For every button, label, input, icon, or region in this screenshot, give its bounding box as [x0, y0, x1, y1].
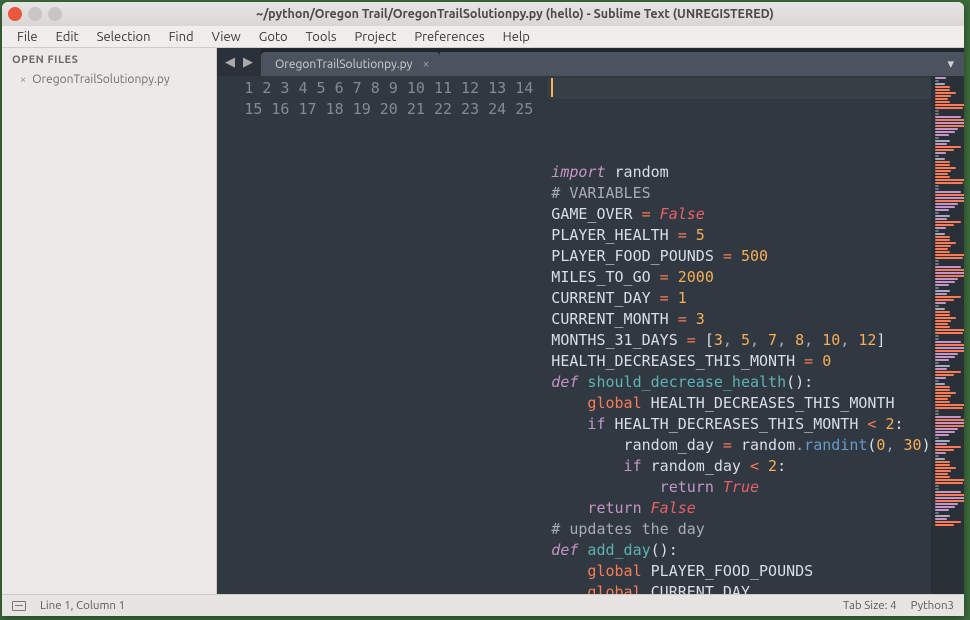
- status-panel-icon[interactable]: [12, 601, 26, 611]
- minimap[interactable]: [931, 76, 964, 594]
- tab-label: OregonTrailSolutionpy.py: [275, 58, 412, 71]
- sidebar-header: OPEN FILES: [2, 48, 216, 70]
- code-line[interactable]: global CURRENT_DAY: [551, 582, 930, 594]
- tab-history-back-icon[interactable]: ◀: [225, 55, 235, 70]
- code-line[interactable]: CURRENT_MONTH = 3: [551, 309, 930, 330]
- menu-edit[interactable]: Edit: [47, 28, 88, 46]
- code-area[interactable]: import random# VARIABLESGAME_OVER = Fals…: [547, 76, 930, 594]
- status-position[interactable]: Line 1, Column 1: [40, 599, 125, 612]
- text-cursor: [551, 78, 553, 97]
- editor-panel: ◀ ▶ OregonTrailSolutionpy.py × ▾ 1 2 3 4…: [217, 48, 964, 594]
- tab-history-arrows: ◀ ▶: [217, 48, 261, 76]
- gutter[interactable]: 1 2 3 4 5 6 7 8 9 10 11 12 13 14 15 16 1…: [217, 76, 547, 594]
- code-line[interactable]: random_day = random.randint(0, 30): [551, 435, 930, 456]
- close-icon[interactable]: [8, 7, 22, 21]
- menubar: File Edit Selection Find View Goto Tools…: [2, 26, 964, 48]
- status-syntax[interactable]: Python3: [911, 599, 954, 612]
- code-line[interactable]: return False: [551, 498, 930, 519]
- menu-help[interactable]: Help: [494, 28, 539, 46]
- code-line[interactable]: # updates the day: [551, 519, 930, 540]
- code-line[interactable]: def should_decrease_health():: [551, 372, 930, 393]
- editor-body[interactable]: 1 2 3 4 5 6 7 8 9 10 11 12 13 14 15 16 1…: [217, 76, 964, 594]
- menu-view[interactable]: View: [203, 28, 250, 46]
- code-line[interactable]: MONTHS_31_DAYS = [3, 5, 7, 8, 10, 12]: [551, 330, 930, 351]
- code-line[interactable]: def add_day():: [551, 540, 930, 561]
- tab-history-forward-icon[interactable]: ▶: [243, 55, 253, 70]
- minimize-icon[interactable]: [28, 7, 42, 21]
- code-line[interactable]: # VARIABLES: [551, 183, 930, 204]
- menu-selection[interactable]: Selection: [88, 28, 160, 46]
- file-close-icon[interactable]: ×: [20, 74, 26, 86]
- tabbar-dropdown-icon[interactable]: ▾: [947, 57, 954, 72]
- menu-tools[interactable]: Tools: [297, 28, 346, 46]
- menu-project[interactable]: Project: [346, 28, 406, 46]
- tab-close-icon[interactable]: ×: [422, 57, 429, 71]
- menu-goto[interactable]: Goto: [250, 28, 297, 46]
- titlebar[interactable]: ~/python/Oregon Trail/OregonTrailSolutio…: [2, 2, 964, 26]
- tabbar-overflow: ▾: [440, 52, 964, 76]
- code-line[interactable]: if random_day < 2:: [551, 456, 930, 477]
- code-line[interactable]: PLAYER_HEALTH = 5: [551, 225, 930, 246]
- code-line[interactable]: return True: [551, 477, 930, 498]
- app-window: ~/python/Oregon Trail/OregonTrailSolutio…: [2, 2, 964, 616]
- body-area: OPEN FILES × OregonTrailSolutionpy.py ◀ …: [2, 48, 964, 594]
- active-line-highlight: [547, 78, 930, 99]
- menu-file[interactable]: File: [8, 28, 47, 46]
- sidebar-open-file[interactable]: × OregonTrailSolutionpy.py: [2, 70, 216, 89]
- menu-preferences[interactable]: Preferences: [405, 28, 493, 46]
- tabbar: ◀ ▶ OregonTrailSolutionpy.py × ▾: [217, 48, 964, 76]
- menu-find[interactable]: Find: [160, 28, 203, 46]
- tab-active[interactable]: OregonTrailSolutionpy.py ×: [261, 52, 440, 76]
- code-line[interactable]: import random: [551, 162, 930, 183]
- code-line[interactable]: if HEALTH_DECREASES_THIS_MONTH < 2:: [551, 414, 930, 435]
- code-line[interactable]: PLAYER_FOOD_POUNDS = 500: [551, 246, 930, 267]
- code-line[interactable]: global PLAYER_FOOD_POUNDS: [551, 561, 930, 582]
- window-controls: [8, 7, 62, 21]
- code-line[interactable]: HEALTH_DECREASES_THIS_MONTH = 0: [551, 351, 930, 372]
- status-tabsize[interactable]: Tab Size: 4: [843, 599, 897, 612]
- code-line[interactable]: global HEALTH_DECREASES_THIS_MONTH: [551, 393, 930, 414]
- sidebar: OPEN FILES × OregonTrailSolutionpy.py: [2, 48, 217, 594]
- code-line[interactable]: CURRENT_DAY = 1: [551, 288, 930, 309]
- open-file-label: OregonTrailSolutionpy.py: [32, 73, 169, 86]
- statusbar: Line 1, Column 1 Tab Size: 4 Python3: [2, 594, 964, 616]
- window-title: ~/python/Oregon Trail/OregonTrailSolutio…: [72, 7, 958, 21]
- code-line[interactable]: MILES_TO_GO = 2000: [551, 267, 930, 288]
- code-line[interactable]: GAME_OVER = False: [551, 204, 930, 225]
- maximize-icon[interactable]: [48, 7, 62, 21]
